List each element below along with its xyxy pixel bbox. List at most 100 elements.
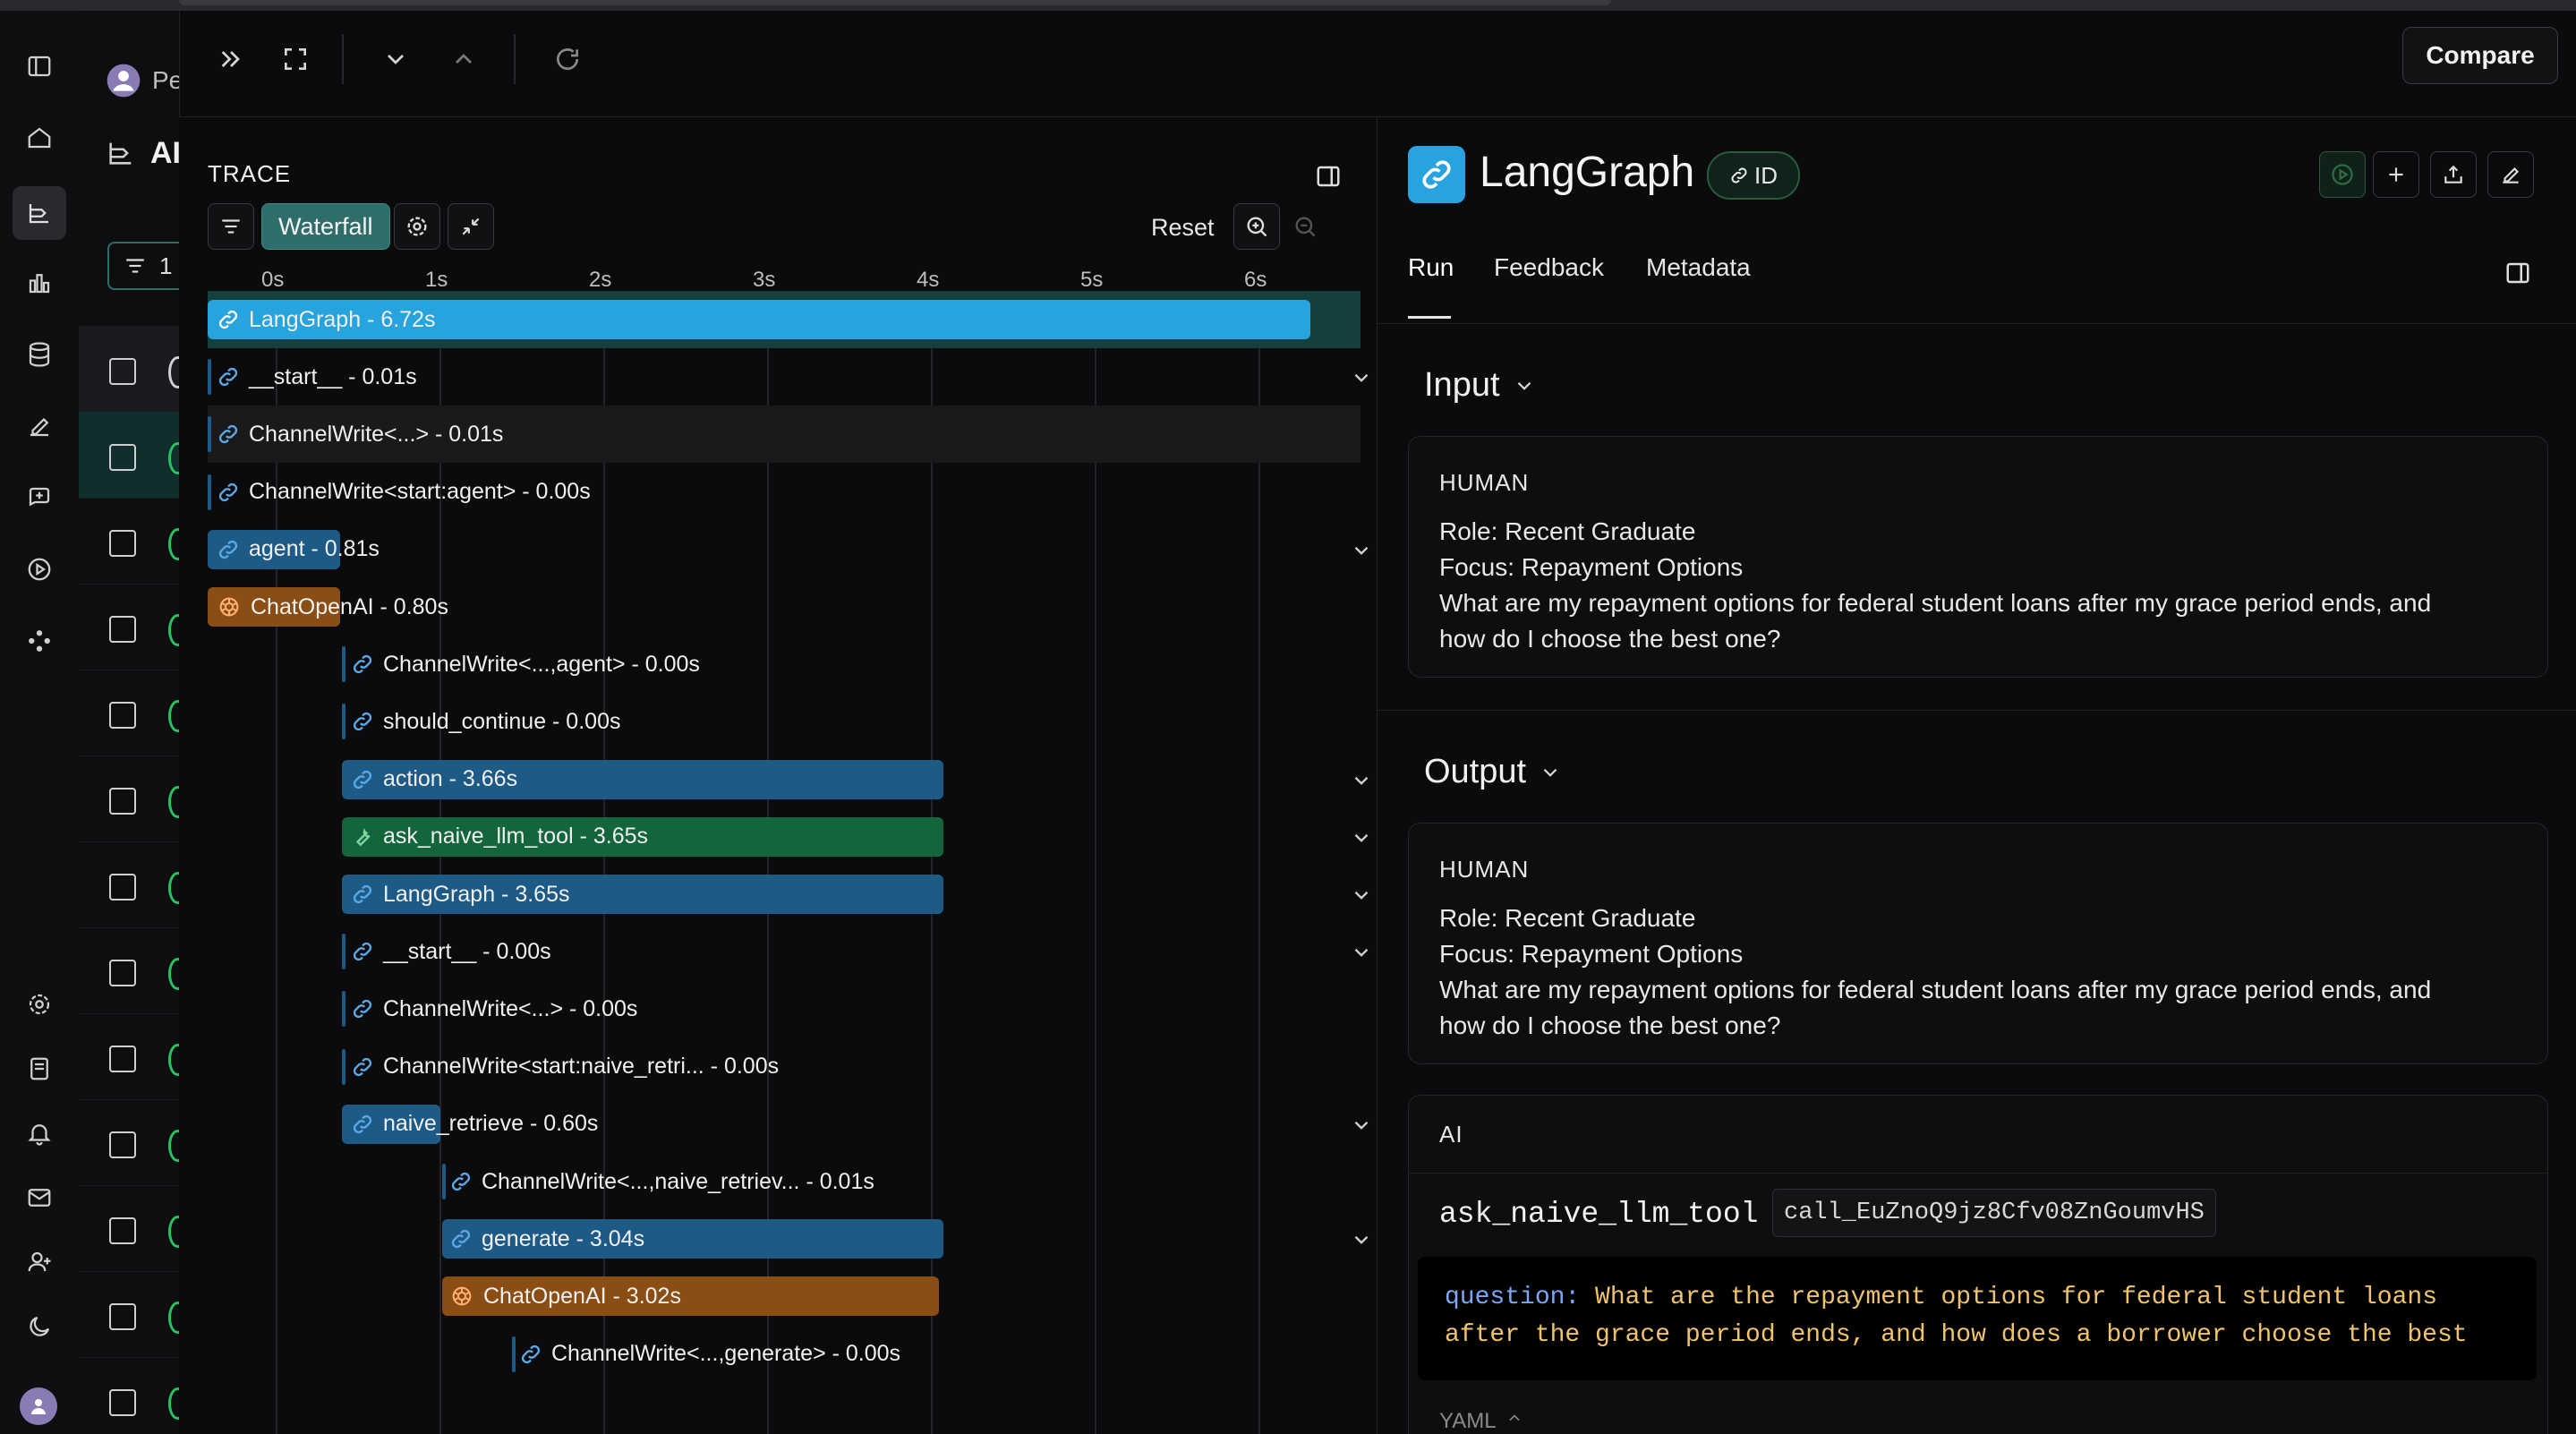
trace-row[interactable]: __start__ - 0.00s: [208, 923, 1369, 980]
message-role: AI: [1439, 1121, 1463, 1148]
zoom-in-button[interactable]: [1233, 203, 1280, 250]
format-yaml-toggle[interactable]: YAML: [1439, 1409, 1523, 1434]
row-checkbox[interactable]: [109, 616, 136, 643]
trace-row[interactable]: ChannelWrite<...,naive_retriev... - 0.01…: [208, 1153, 1361, 1210]
dashboards-icon[interactable]: [21, 265, 57, 301]
list-item[interactable]: [79, 1013, 179, 1100]
trace-row[interactable]: ChannelWrite<start:naive_retri... - 0.00…: [208, 1038, 1361, 1096]
prompts-icon[interactable]: [21, 480, 57, 516]
sidebar-toggle-icon[interactable]: [21, 48, 57, 84]
trace-row[interactable]: ask_naive_llm_tool - 3.65s: [208, 808, 1369, 866]
copy-id-badge[interactable]: ID: [1707, 151, 1800, 200]
trace-row[interactable]: ChannelWrite<...,generate> - 0.00s: [208, 1326, 1361, 1383]
trace-settings-button[interactable]: [394, 203, 440, 250]
waterfall-toggle[interactable]: Waterfall: [261, 203, 390, 250]
expand-chevron-icon[interactable]: [1350, 769, 1373, 792]
playground-icon[interactable]: [21, 551, 57, 587]
home-icon[interactable]: [21, 120, 57, 156]
annotation-icon[interactable]: [21, 408, 57, 444]
annotate-button[interactable]: [2487, 151, 2534, 198]
mail-icon[interactable]: [21, 1180, 57, 1216]
tab-metadata[interactable]: Metadata: [1646, 253, 1751, 282]
filter-button[interactable]: 1: [107, 242, 179, 290]
list-item[interactable]: [79, 1271, 179, 1358]
trace-row[interactable]: ChannelWrite<start:agent> - 0.00s: [208, 464, 1361, 521]
datasets-icon[interactable]: [21, 337, 57, 372]
deployments-icon[interactable]: [21, 623, 57, 659]
trace-row[interactable]: __start__ - 0.01s: [208, 348, 1369, 405]
row-checkbox[interactable]: [109, 1046, 136, 1072]
trace-row[interactable]: action - 3.66s: [208, 751, 1369, 808]
list-item[interactable]: [79, 927, 179, 1014]
row-checkbox[interactable]: [109, 1303, 136, 1330]
tab-run[interactable]: Run: [1408, 253, 1454, 282]
row-checkbox[interactable]: [109, 960, 136, 986]
docs-icon[interactable]: [21, 1051, 57, 1087]
share-button[interactable]: [2430, 151, 2477, 198]
trace-row[interactable]: should_continue - 0.00s: [208, 693, 1361, 750]
row-checkbox[interactable]: [109, 1217, 136, 1244]
projects-icon[interactable]: [13, 186, 66, 240]
output-section-toggle[interactable]: Output: [1424, 753, 1562, 791]
list-item[interactable]: [79, 670, 179, 756]
expand-chevron-icon[interactable]: [1350, 366, 1373, 389]
row-checkbox[interactable]: [109, 1131, 136, 1158]
expand-chevron-icon[interactable]: [1350, 1228, 1373, 1251]
list-item[interactable]: [79, 1185, 179, 1272]
collapse-panel-icon[interactable]: [213, 41, 249, 77]
refresh-icon[interactable]: [550, 41, 585, 77]
sidebar-panel-icon[interactable]: [2500, 255, 2536, 291]
row-checkbox[interactable]: [109, 702, 136, 729]
list-item[interactable]: [79, 1099, 179, 1186]
user-avatar[interactable]: [20, 1387, 57, 1425]
previous-run-chevron-up-icon[interactable]: [446, 41, 482, 77]
row-checkbox[interactable]: [109, 1389, 136, 1416]
panel-layout-icon[interactable]: [1310, 158, 1346, 194]
invite-user-icon[interactable]: [21, 1244, 57, 1280]
expand-chevron-icon[interactable]: [1350, 941, 1373, 964]
expand-chevron-icon[interactable]: [1350, 1114, 1373, 1137]
expand-chevron-icon[interactable]: [1350, 883, 1373, 907]
trace-row[interactable]: ChatOpenAI - 3.02s: [208, 1268, 1361, 1325]
list-item[interactable]: [79, 1357, 179, 1434]
playground-button[interactable]: [2319, 151, 2366, 198]
notifications-icon[interactable]: [21, 1115, 57, 1151]
list-item[interactable]: [79, 841, 179, 928]
theme-moon-icon[interactable]: [21, 1309, 57, 1344]
list-item[interactable]: [79, 755, 179, 842]
trace-row[interactable]: ChannelWrite<...> - 0.01s: [208, 405, 1361, 464]
compare-button[interactable]: Compare: [2402, 27, 2558, 84]
tool-call-id[interactable]: call_EuZnoQ9jz8Cfv08ZnGoumvHS: [1772, 1189, 2216, 1237]
add-to-button[interactable]: [2373, 151, 2419, 198]
list-item[interactable]: [79, 498, 179, 585]
expand-chevron-icon[interactable]: [1350, 539, 1373, 562]
tab-feedback[interactable]: Feedback: [1494, 253, 1604, 282]
list-item[interactable]: [79, 584, 179, 670]
user-chip[interactable]: [106, 63, 141, 98]
settings-icon[interactable]: [21, 986, 57, 1022]
axis-tick: 1s: [425, 268, 448, 292]
row-checkbox[interactable]: [109, 788, 136, 815]
reset-zoom-button[interactable]: Reset: [1151, 214, 1215, 242]
row-checkbox[interactable]: [109, 358, 136, 385]
row-checkbox[interactable]: [109, 530, 136, 557]
trace-row[interactable]: ChatOpenAI - 0.80s: [208, 578, 1361, 636]
list-item[interactable]: [79, 326, 179, 413]
expand-fullscreen-icon[interactable]: [277, 41, 313, 77]
input-section-toggle[interactable]: Input: [1424, 366, 1536, 405]
trace-row[interactable]: ChannelWrite<...> - 0.00s: [208, 980, 1361, 1037]
trace-row[interactable]: ChannelWrite<...,agent> - 0.00s: [208, 636, 1361, 693]
trace-row[interactable]: agent - 0.81s: [208, 521, 1369, 578]
row-checkbox[interactable]: [109, 874, 136, 901]
trace-row[interactable]: naive_retrieve - 0.60s: [208, 1096, 1369, 1153]
zoom-out-button[interactable]: [1289, 210, 1321, 243]
trace-row[interactable]: LangGraph - 6.72s: [208, 291, 1361, 348]
trace-row[interactable]: LangGraph - 3.65s: [208, 866, 1369, 923]
list-item[interactable]: [79, 412, 179, 499]
expand-chevron-icon[interactable]: [1350, 826, 1373, 849]
next-run-chevron-down-icon[interactable]: [378, 41, 414, 77]
collapse-all-button[interactable]: [448, 203, 494, 250]
trace-row[interactable]: generate - 3.04s: [208, 1210, 1369, 1268]
trace-filter-button[interactable]: [208, 203, 254, 250]
row-checkbox[interactable]: [109, 444, 136, 471]
